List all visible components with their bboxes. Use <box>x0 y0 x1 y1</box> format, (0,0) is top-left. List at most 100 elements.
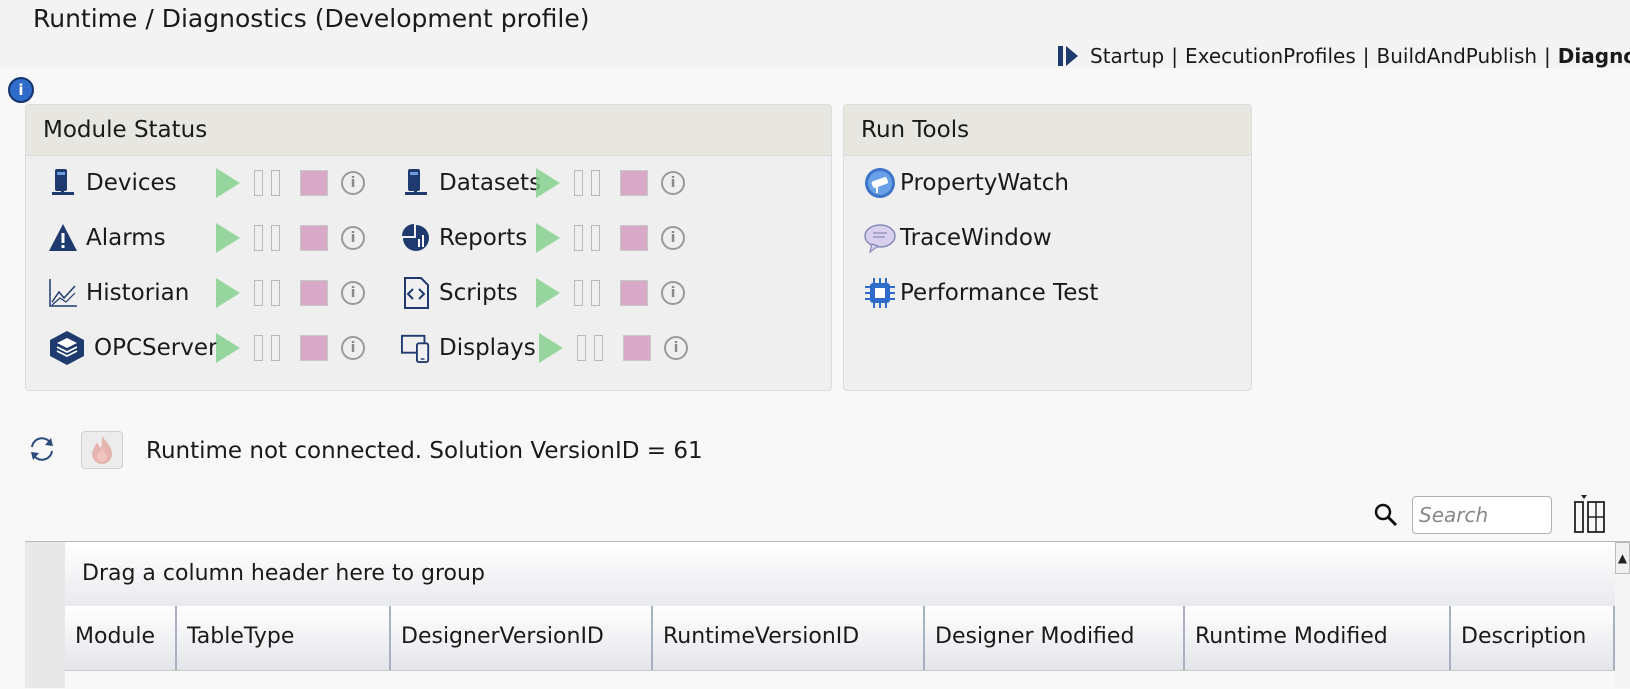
column-header-module[interactable]: Module <box>65 606 177 670</box>
group-by-panel[interactable]: Drag a column header here to group <box>65 542 1615 606</box>
play-icon[interactable] <box>536 223 560 253</box>
column-header-designer-modified[interactable]: Designer Modified <box>925 606 1185 670</box>
speech-bubble-icon <box>864 224 896 253</box>
displays-controls: i <box>539 330 688 366</box>
play-icon[interactable] <box>216 223 240 253</box>
breadcrumb: Startup | ExecutionProfiles | BuildAndPu… <box>1056 44 1630 68</box>
module-datasets-label: Datasets <box>439 170 542 196</box>
module-status-header: Module Status <box>26 105 831 156</box>
chip-icon <box>865 278 895 308</box>
run-profile-icon <box>1058 46 1078 66</box>
tool-propertywatch[interactable]: PropertyWatch <box>864 165 1069 201</box>
play-icon[interactable] <box>216 168 240 198</box>
pause-icon[interactable] <box>254 335 280 361</box>
stop-icon[interactable] <box>620 225 648 251</box>
code-file-icon <box>401 277 431 309</box>
stop-icon[interactable] <box>300 170 328 196</box>
pause-icon[interactable] <box>577 335 603 361</box>
opc-layers-icon <box>48 330 86 366</box>
play-icon[interactable] <box>216 333 240 363</box>
warning-icon <box>48 223 78 253</box>
chart-line-icon <box>48 278 78 308</box>
module-opcserver-label: OPCServer <box>94 335 218 361</box>
column-chooser-icon[interactable] <box>1572 494 1608 534</box>
module-scripts: Scripts <box>401 275 518 311</box>
column-header-runtime-modified[interactable]: Runtime Modified <box>1185 606 1451 670</box>
alarms-controls: i <box>216 220 365 256</box>
breadcrumb-separator: | <box>1362 44 1370 68</box>
module-alarms-label: Alarms <box>86 225 166 251</box>
scripts-controls: i <box>536 275 685 311</box>
telescope-icon <box>865 168 895 198</box>
tool-performance-test[interactable]: Performance Test <box>864 275 1098 311</box>
devices-controls: i <box>216 165 365 201</box>
module-devices-label: Devices <box>86 170 177 196</box>
info-circle-icon[interactable]: i <box>341 281 365 305</box>
column-header-tabletype[interactable]: TableType <box>177 606 391 670</box>
module-datasets: Datasets <box>401 165 541 201</box>
column-header-designerversionid[interactable]: DesignerVersionID <box>391 606 653 670</box>
module-devices: Devices <box>48 165 177 201</box>
info-circle-icon[interactable]: i <box>341 336 365 360</box>
server-icon <box>401 168 431 198</box>
stop-icon[interactable] <box>623 335 651 361</box>
module-displays: Displays <box>401 330 536 366</box>
search-icon[interactable] <box>1373 502 1399 528</box>
stop-icon[interactable] <box>300 335 328 361</box>
run-tools-header: Run Tools <box>844 105 1251 156</box>
module-displays-label: Displays <box>439 335 536 361</box>
column-header-runtimeversionid[interactable]: RuntimeVersionID <box>653 606 925 670</box>
module-opcserver: OPCServer <box>48 330 217 366</box>
pause-icon[interactable] <box>254 225 280 251</box>
info-circle-icon[interactable]: i <box>661 171 685 195</box>
datasets-controls: i <box>536 165 685 201</box>
stop-icon[interactable] <box>300 280 328 306</box>
pause-icon[interactable] <box>574 280 600 306</box>
stop-icon[interactable] <box>620 170 648 196</box>
vertical-scrollbar[interactable] <box>1615 574 1630 688</box>
column-header-description[interactable]: Description <box>1451 606 1615 670</box>
devices-icon <box>401 333 431 363</box>
breadcrumb-buildandpublish[interactable]: BuildAndPublish <box>1377 44 1538 68</box>
module-scripts-label: Scripts <box>439 280 518 306</box>
reports-controls: i <box>536 220 685 256</box>
stop-icon[interactable] <box>620 280 648 306</box>
breadcrumb-separator: | <box>1171 44 1178 68</box>
breadcrumb-executionprofiles[interactable]: ExecutionProfiles <box>1185 44 1356 68</box>
info-circle-icon[interactable]: i <box>341 226 365 250</box>
module-historian-label: Historian <box>86 280 190 306</box>
play-icon[interactable] <box>536 168 560 198</box>
pie-chart-icon <box>401 223 431 253</box>
opcserver-controls: i <box>216 330 365 366</box>
play-icon[interactable] <box>216 278 240 308</box>
module-historian: Historian <box>48 275 189 311</box>
breadcrumb-separator: | <box>1544 44 1551 68</box>
module-reports-label: Reports <box>439 225 528 251</box>
pause-icon[interactable] <box>254 280 280 306</box>
breadcrumb-current: Diagnost <box>1557 44 1630 68</box>
refresh-icon[interactable] <box>27 434 57 464</box>
info-circle-icon[interactable]: i <box>661 226 685 250</box>
hot-reload-button[interactable] <box>81 431 123 469</box>
page-title: Runtime / Diagnostics (Development profi… <box>33 4 590 33</box>
tool-performance-test-label: Performance Test <box>900 280 1099 306</box>
pause-icon[interactable] <box>574 225 600 251</box>
tool-propertywatch-label: PropertyWatch <box>900 170 1069 196</box>
info-circle-icon[interactable]: i <box>664 336 688 360</box>
play-icon[interactable] <box>536 278 560 308</box>
pause-icon[interactable] <box>574 170 600 196</box>
breadcrumb-startup[interactable]: Startup <box>1090 44 1164 68</box>
scrollbar-up-arrow[interactable]: ▲ <box>1615 542 1630 574</box>
search-input[interactable] <box>1412 496 1552 534</box>
stop-icon[interactable] <box>300 225 328 251</box>
info-circle-icon[interactable]: i <box>341 171 365 195</box>
info-icon[interactable]: i <box>8 77 34 103</box>
play-icon[interactable] <box>539 333 563 363</box>
grid-header-row: Module TableType DesignerVersionID Runti… <box>65 606 1615 671</box>
info-circle-icon[interactable]: i <box>661 281 685 305</box>
module-reports: Reports <box>401 220 527 256</box>
pause-icon[interactable] <box>254 170 280 196</box>
status-text: Runtime not connected. Solution VersionI… <box>146 438 703 464</box>
tool-tracewindow[interactable]: TraceWindow <box>864 220 1052 256</box>
module-status-panel: Module Status Devices Alarms Historian O… <box>25 104 832 391</box>
